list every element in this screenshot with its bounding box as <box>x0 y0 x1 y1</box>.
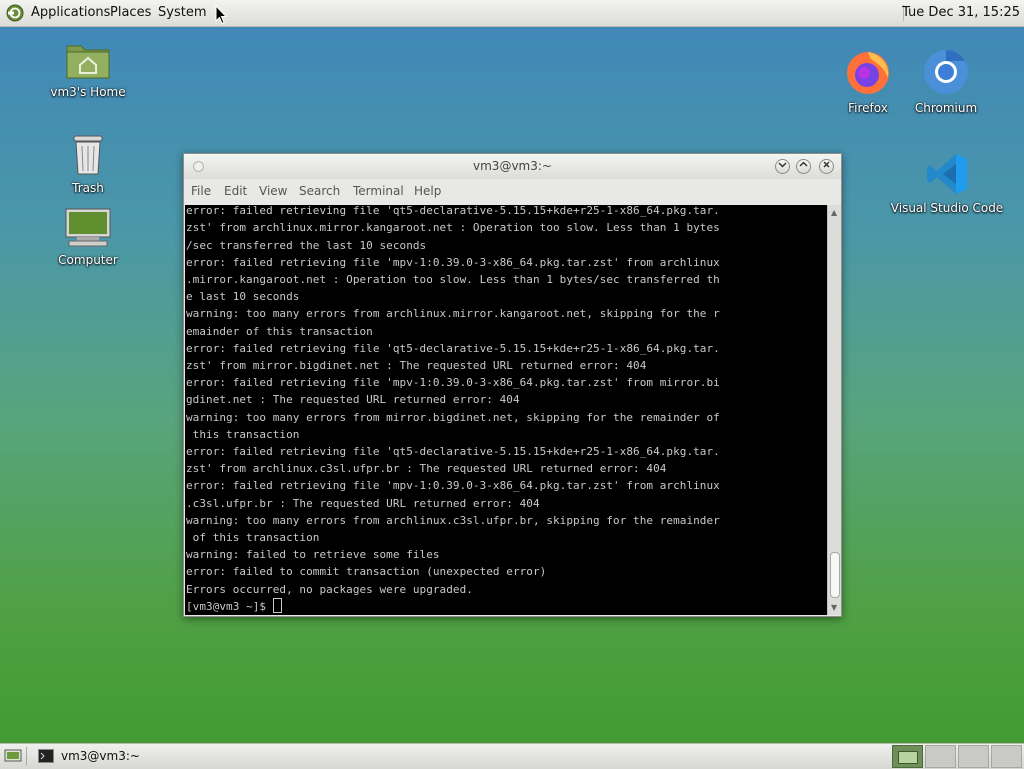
desktop-icon-label: Visual Studio Code <box>890 201 1004 215</box>
menu-search[interactable]: Search <box>299 184 340 198</box>
terminal-text: error: failed retrieving file 'qt5-decla… <box>185 205 720 615</box>
menu-help[interactable]: Help <box>414 184 441 198</box>
taskbar-button-terminal[interactable]: vm3@vm3:~ <box>33 745 253 767</box>
terminal-line: warning: too many errors from archlinux.… <box>186 513 720 527</box>
desktop-icon-home[interactable]: vm3's Home <box>38 40 138 99</box>
menu-edit[interactable]: Edit <box>224 184 247 198</box>
terminal-line: error: failed retrieving file 'mpv-1:0.3… <box>186 376 720 390</box>
terminal-line: error: failed retrieving file 'qt5-decla… <box>186 205 720 218</box>
close-icon <box>823 161 830 168</box>
places-menu[interactable]: Places <box>110 4 151 21</box>
close-button[interactable] <box>819 159 834 174</box>
terminal-scrollbar[interactable]: ▲ ▼ <box>827 205 841 615</box>
terminal-line: warning: too many errors from archlinux.… <box>186 307 720 321</box>
panel-separator <box>26 747 27 765</box>
terminal-menubar: File Edit View Search Terminal Help <box>184 179 841 203</box>
chromium-icon <box>924 50 968 94</box>
scroll-down-arrow-icon[interactable]: ▼ <box>831 603 837 612</box>
maximize-button[interactable] <box>796 159 811 174</box>
terminal-icon <box>38 749 54 763</box>
window-menu-icon[interactable] <box>193 161 204 172</box>
top-panel: Applications Places System Tue Dec 31, 1… <box>0 0 1024 27</box>
trash-icon <box>73 135 103 175</box>
desktop-icon-label: Trash <box>72 181 104 195</box>
show-desktop-icon[interactable] <box>4 748 22 764</box>
applications-menu[interactable]: Applications <box>31 4 110 21</box>
workspace-2[interactable] <box>925 745 956 768</box>
firefox-icon <box>847 52 889 94</box>
terminal-line: error: failed retrieving file 'mpv-1:0.3… <box>186 255 720 269</box>
terminal-output[interactable]: error: failed retrieving file 'qt5-decla… <box>185 205 827 615</box>
window-title: vm3@vm3:~ <box>473 159 552 173</box>
home-folder-icon <box>66 45 110 79</box>
terminal-line: gdinet.net : The requested URL returned … <box>186 393 520 407</box>
bottom-panel: vm3@vm3:~ <box>0 743 1024 769</box>
terminal-prompt-line: [vm3@vm3 ~]$ <box>186 597 720 615</box>
desktop-icon-chromium[interactable]: Chromium <box>896 48 996 115</box>
clock[interactable]: Tue Dec 31, 15:25 <box>902 4 1020 21</box>
terminal-line: zst' from archlinux.mirror.kangaroot.net… <box>186 221 720 235</box>
terminal-line: error: failed retrieving file 'qt5-decla… <box>186 341 720 355</box>
workspace-4[interactable] <box>991 745 1022 768</box>
distro-logo-icon[interactable] <box>6 4 24 22</box>
scrollbar-thumb[interactable] <box>830 552 840 598</box>
terminal-line: emainder of this transaction <box>186 324 373 338</box>
terminal-line: e last 10 seconds <box>186 290 300 304</box>
window-titlebar[interactable]: vm3@vm3:~ <box>184 154 841 179</box>
terminal-line: .mirror.kangaroot.net : Operation too sl… <box>186 272 720 286</box>
minimize-button[interactable] <box>775 159 790 174</box>
vscode-icon <box>927 154 967 194</box>
desktop-icon-label: Chromium <box>914 101 978 115</box>
mouse-pointer-icon <box>215 5 227 25</box>
terminal-line: /sec transferred the last 10 seconds <box>186 238 427 252</box>
terminal-line: zst' from mirror.bigdinet.net : The requ… <box>186 358 647 372</box>
terminal-line: error: failed retrieving file 'qt5-decla… <box>186 444 720 458</box>
workspace-3[interactable] <box>958 745 989 768</box>
desktop-icon-label: Computer <box>58 253 118 267</box>
terminal-line: warning: too many errors from mirror.big… <box>186 410 720 424</box>
terminal-line: Errors occurred, no packages were upgrad… <box>186 582 473 596</box>
menu-view[interactable]: View <box>259 184 287 198</box>
terminal-line: of this transaction <box>186 530 320 544</box>
menu-file[interactable]: File <box>191 184 211 198</box>
workspace-1[interactable] <box>892 745 923 768</box>
desktop-icon-label: vm3's Home <box>50 85 126 99</box>
terminal-line: zst' from archlinux.c3sl.ufpr.br : The r… <box>186 462 667 476</box>
desktop-icon-computer[interactable]: Computer <box>38 208 138 267</box>
terminal-line: .c3sl.ufpr.br : The requested URL return… <box>186 496 540 510</box>
terminal-window[interactable]: vm3@vm3:~ File Edit View Search Terminal… <box>183 153 842 617</box>
terminal-line: this transaction <box>186 427 300 441</box>
computer-icon <box>65 208 111 247</box>
workspace-window-thumbnail <box>898 751 918 764</box>
terminal-line: warning: failed to retrieve some files <box>186 548 440 562</box>
desktop-icon-vscode[interactable]: Visual Studio Code <box>882 152 1012 215</box>
workspace-switcher[interactable] <box>892 745 1024 768</box>
system-menu[interactable]: System <box>158 4 206 21</box>
taskbar-button-label: vm3@vm3:~ <box>61 749 140 763</box>
scroll-up-arrow-icon[interactable]: ▲ <box>831 208 837 217</box>
chevron-up-icon <box>799 161 808 167</box>
terminal-prompt: [vm3@vm3 ~]$ <box>186 599 273 613</box>
text-cursor <box>272 597 282 613</box>
terminal-line: error: failed retrieving file 'mpv-1:0.3… <box>186 479 720 493</box>
chevron-down-icon <box>778 162 787 168</box>
menu-terminal[interactable]: Terminal <box>353 184 404 198</box>
desktop-icon-trash[interactable]: Trash <box>38 132 138 195</box>
terminal-line: error: failed to commit transaction (une… <box>186 565 547 579</box>
